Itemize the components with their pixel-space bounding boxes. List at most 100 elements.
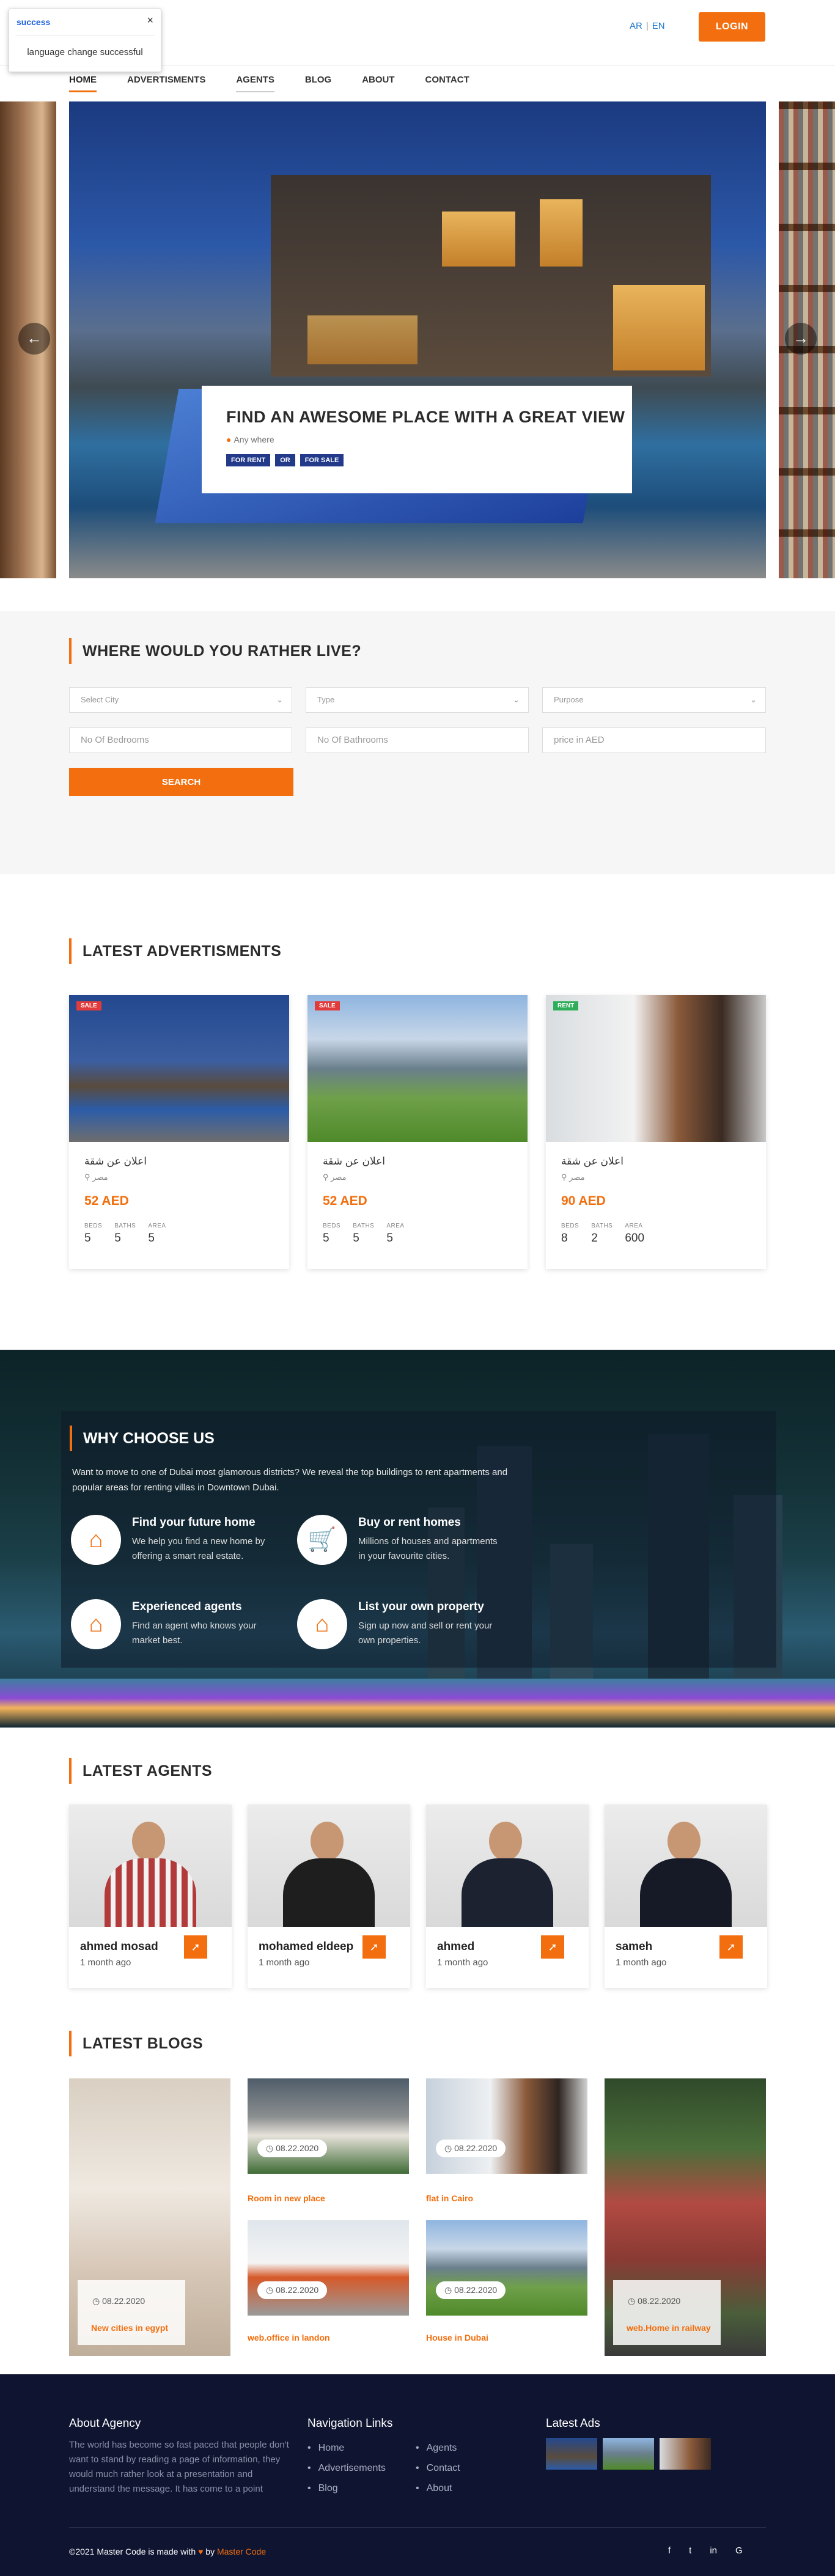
hero-image (69, 101, 766, 578)
blog-card[interactable]: ◷ 08.22.2020 House in Dubai (426, 2220, 587, 2352)
arrow-right-icon[interactable]: → (785, 323, 817, 355)
search-button[interactable]: SEARCH (69, 768, 293, 796)
tag-for-sale[interactable]: FOR SALE (300, 454, 344, 466)
agent-photo[interactable] (69, 1805, 232, 1927)
type-select[interactable]: Type ⌄ (306, 687, 529, 713)
why-box: WHY CHOOSE US Want to move to one of Dub… (61, 1411, 776, 1668)
ad-card[interactable]: SALE اعلان عن شقة ⚲ مصر 52 AED BEDS 5 BAT… (307, 995, 528, 1269)
status-badge: RENT (553, 1001, 579, 1010)
latest-ad-thumb[interactable] (546, 2438, 597, 2470)
footer-link-contact[interactable]: Contact (416, 2463, 460, 2474)
feature-item: 🛒 Buy or rent homes Millions of houses a… (297, 1515, 523, 1570)
blog-date: ◷ 08.22.2020 (436, 2140, 506, 2157)
blog-caption-box (78, 2280, 185, 2345)
blog-image[interactable] (248, 2078, 409, 2174)
arrow-right-icon[interactable]: ➚ (541, 1935, 564, 1959)
ad-title[interactable]: اعلان عن شقة (561, 1155, 623, 1168)
blog-title[interactable]: web.office in landon (248, 2333, 330, 2342)
agent-name[interactable]: ahmed mosad (80, 1940, 158, 1954)
latest-ad-thumb[interactable] (660, 2438, 711, 2470)
baths-label: BATHS (591, 1223, 613, 1229)
lang-en-link[interactable]: EN (652, 21, 665, 31)
ad-title[interactable]: اعلان عن شقة (84, 1155, 147, 1168)
city-select[interactable]: Select City ⌄ (69, 687, 292, 713)
footer-link-about[interactable]: About (416, 2483, 460, 2494)
hero-location-text: Any where (234, 435, 274, 444)
nav-contact[interactable]: CONTACT (425, 75, 469, 92)
blog-title[interactable]: web.Home in railway (627, 2323, 711, 2333)
blog-title[interactable]: House in Dubai (426, 2333, 488, 2342)
lang-ar-link[interactable]: AR (630, 21, 642, 31)
footer-link-home[interactable]: Home (307, 2443, 386, 2454)
blog-image[interactable] (426, 2220, 587, 2316)
arrow-right-icon[interactable]: ➚ (184, 1935, 207, 1959)
agent-name[interactable]: sameh (616, 1940, 652, 1954)
nav-agents[interactable]: AGENTS (236, 75, 274, 92)
agent-name[interactable]: ahmed (437, 1940, 474, 1954)
ad-location: ⚲ مصر (84, 1172, 108, 1182)
blog-image[interactable] (248, 2220, 409, 2316)
heart-icon: ♥ (198, 2547, 204, 2556)
clock-icon: ◷ (628, 2296, 638, 2306)
blog-image[interactable] (426, 2078, 587, 2174)
close-icon[interactable]: × (147, 14, 153, 27)
baths-value: 2 (591, 1232, 598, 1245)
ad-image[interactable]: SALE (307, 995, 528, 1142)
agent-card[interactable]: ahmed mosad 1 month ago ➚ (69, 1805, 232, 1988)
search-title: WHERE WOULD YOU RATHER LIVE? (69, 638, 361, 664)
footer-nav-title: Navigation Links (307, 2417, 393, 2430)
login-button[interactable]: LOGIN (699, 12, 765, 42)
facebook-icon[interactable]: f (668, 2545, 671, 2556)
blog-date-text: 08.22.2020 (454, 2143, 498, 2153)
ad-card[interactable]: RENT اعلان عن شقة ⚲ مصر 90 AED BEDS 8 BAT… (546, 995, 766, 1269)
blog-date-text: 08.22.2020 (102, 2296, 145, 2306)
ad-title[interactable]: اعلان عن شقة (323, 1155, 385, 1168)
blog-card[interactable]: ◷ 08.22.2020 web.office in landon (248, 2220, 409, 2352)
ad-image[interactable]: RENT (546, 995, 766, 1142)
area-label: AREA (386, 1223, 405, 1229)
footer-link-blog[interactable]: Blog (307, 2483, 386, 2494)
blog-title[interactable]: Room in new place (248, 2193, 325, 2203)
agent-card[interactable]: ahmed 1 month ago ➚ (426, 1805, 589, 1988)
twitter-icon[interactable]: t (689, 2545, 691, 2556)
status-badge: SALE (315, 1001, 340, 1010)
feature-text: Sign up now and sell or rent your own pr… (358, 1621, 493, 1646)
price-input[interactable]: price in AED (542, 727, 766, 753)
blog-card[interactable]: ◷ 08.22.2020 flat in Cairo (426, 2078, 587, 2210)
nav-blog[interactable]: BLOG (305, 75, 331, 92)
tag-for-rent[interactable]: FOR RENT (226, 454, 271, 466)
agent-photo[interactable] (248, 1805, 410, 1927)
latest-ad-thumb[interactable] (603, 2438, 654, 2470)
purpose-select[interactable]: Purpose ⌄ (542, 687, 766, 713)
ad-price: 52 AED (323, 1194, 367, 1208)
footer-link-advertisements[interactable]: Advertisements (307, 2463, 386, 2474)
blog-card[interactable]: ◷ 08.22.2020 web.Home in railway (605, 2078, 766, 2356)
arrow-right-icon[interactable]: ➚ (719, 1935, 743, 1959)
agent-photo[interactable] (605, 1805, 767, 1927)
copyright-text: ©2021 Master Code is made with (69, 2547, 196, 2556)
waterfront-illustration (0, 1679, 835, 1728)
arrow-right-icon[interactable]: ➚ (362, 1935, 386, 1959)
agent-name[interactable]: mohamed eldeep (259, 1940, 353, 1954)
nav-home[interactable]: HOME (69, 75, 97, 92)
copyright-brand[interactable]: Master Code (217, 2547, 266, 2556)
footer-about-text: The world has become so fast paced that … (69, 2440, 289, 2494)
nav-advertisments[interactable]: ADVERTISMENTS (127, 75, 205, 92)
google-icon[interactable]: G (735, 2545, 743, 2556)
arrow-left-icon[interactable]: ← (18, 323, 50, 355)
blog-card[interactable]: ◷ 08.22.2020 Room in new place (248, 2078, 409, 2210)
blog-title[interactable]: flat in Cairo (426, 2193, 473, 2203)
agent-photo[interactable] (426, 1805, 589, 1927)
bathrooms-input[interactable]: No Of Bathrooms (306, 727, 529, 753)
agents-title: LATEST AGENTS (69, 1758, 212, 1784)
linkedin-icon[interactable]: in (710, 2545, 717, 2556)
bedrooms-input[interactable]: No Of Bedrooms (69, 727, 292, 753)
nav-about[interactable]: ABOUT (362, 75, 394, 92)
ad-image[interactable]: SALE (69, 995, 289, 1142)
agent-card[interactable]: sameh 1 month ago ➚ (605, 1805, 767, 1988)
blog-card[interactable]: ◷ 08.22.2020 New cities in egypt (69, 2078, 230, 2356)
footer-link-agents[interactable]: Agents (416, 2443, 460, 2454)
blog-title[interactable]: New cities in egypt (91, 2323, 168, 2333)
ad-card[interactable]: SALE اعلان عن شقة ⚲ مصر 52 AED BEDS 5 BAT… (69, 995, 289, 1269)
agent-card[interactable]: mohamed eldeep 1 month ago ➚ (248, 1805, 410, 1988)
